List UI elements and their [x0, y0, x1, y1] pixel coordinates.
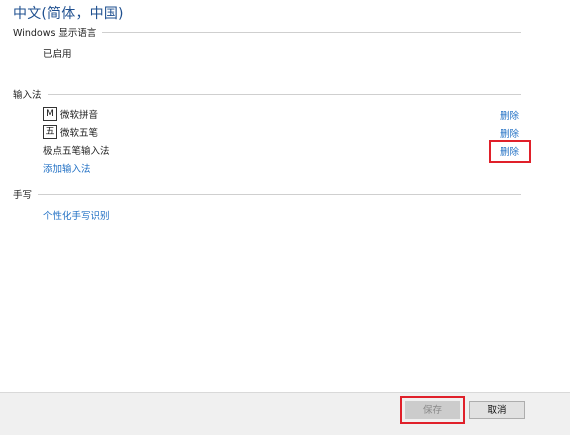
- input-methods-header-label: 输入法: [13, 90, 42, 101]
- page-title: 中文(简体，中国): [13, 6, 124, 22]
- ime-item-label: 微软五笔: [60, 128, 99, 139]
- handwriting-header-label: 手写: [13, 190, 33, 201]
- section-divider: [47, 93, 521, 95]
- ime-item-jidian-wubi: 极点五笔输入法: [43, 143, 110, 157]
- ime-item-label: 微软拼音: [60, 110, 99, 121]
- ime-item-microsoft-wubi: 五 微软五笔: [43, 125, 98, 139]
- section-divider: [102, 31, 521, 33]
- input-methods-section-header: 输入法: [13, 86, 521, 102]
- add-input-method-link[interactable]: 添加输入法: [43, 161, 91, 175]
- personalize-handwriting-link[interactable]: 个性化手写识别: [43, 208, 110, 222]
- delete-ime-microsoft-wubi-link[interactable]: 删除: [500, 126, 519, 140]
- highlight-box-save: [400, 396, 465, 424]
- footer-bar: 保存 取消: [0, 392, 570, 435]
- section-divider: [38, 193, 521, 195]
- language-options-page: 中文(简体，中国) Windows 显示语言 已启用 输入法 M 微软拼音 删除…: [0, 0, 570, 435]
- highlight-box-delete: [489, 140, 531, 163]
- ime-item-label: 极点五笔输入法: [43, 146, 110, 157]
- display-language-header-label: Windows 显示语言: [13, 28, 97, 39]
- delete-ime-microsoft-pinyin-link[interactable]: 删除: [500, 108, 519, 122]
- cancel-button[interactable]: 取消: [469, 401, 525, 419]
- ime-item-microsoft-pinyin: M 微软拼音: [43, 107, 98, 121]
- ime-m-icon: M: [43, 107, 57, 121]
- handwriting-section-header: 手写: [13, 186, 521, 202]
- display-language-status: 已启用: [43, 49, 72, 60]
- display-language-section-header: Windows 显示语言: [13, 24, 521, 40]
- ime-wu-icon: 五: [43, 125, 57, 139]
